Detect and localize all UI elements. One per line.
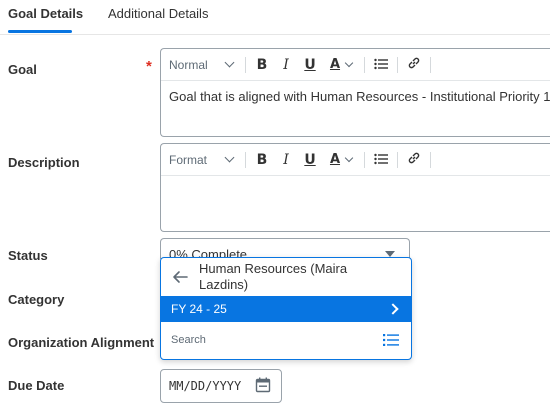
toolbar-separator xyxy=(245,151,246,168)
toolbar-separator xyxy=(397,151,398,168)
toolbar-separator xyxy=(245,56,246,73)
toolbar-separator xyxy=(430,56,431,73)
description-editor-toolbar: Format B I U A xyxy=(161,144,550,176)
dropdown-option[interactable]: FY 24 - 25 xyxy=(161,296,411,322)
bulleted-list-button[interactable] xyxy=(369,57,393,73)
dropdown-search[interactable]: Search xyxy=(161,322,411,358)
active-tab-indicator xyxy=(8,30,72,33)
organization-alignment-label: Organization Alignment xyxy=(8,335,155,350)
goal-editor[interactable]: Normal B I U A Goal that is aligned with… xyxy=(160,48,550,137)
format-select[interactable]: Format xyxy=(161,153,241,167)
link-button[interactable] xyxy=(402,151,426,168)
bulleted-list-icon xyxy=(374,153,388,164)
chevron-right-icon xyxy=(387,303,399,315)
status-label: Status xyxy=(8,248,48,263)
chevron-down-icon xyxy=(344,58,354,68)
toolbar-separator xyxy=(430,151,431,168)
status-select[interactable]: 0% Complete xyxy=(160,238,410,259)
tab-goal-details[interactable]: Goal Details xyxy=(8,6,83,21)
arrow-left-icon[interactable] xyxy=(171,268,189,286)
link-button[interactable] xyxy=(402,56,426,73)
due-date-label: Due Date xyxy=(8,378,65,393)
category-label: Category xyxy=(8,292,65,307)
due-date-input[interactable]: MM/DD/YYYY xyxy=(160,369,282,403)
font-color-icon: A xyxy=(329,57,341,72)
format-select[interactable]: Normal xyxy=(161,58,241,72)
italic-button[interactable]: I xyxy=(274,152,298,168)
tab-additional-details[interactable]: Additional Details xyxy=(108,6,208,21)
underline-button[interactable]: U xyxy=(298,152,322,168)
font-color-button[interactable]: A xyxy=(322,152,360,167)
dropdown-option-label: FY 24 - 25 xyxy=(171,302,227,316)
dropdown-header-title: Human Resources (Maira Lazdins) xyxy=(199,261,348,292)
list-icon[interactable] xyxy=(383,334,399,346)
chevron-down-icon xyxy=(344,153,354,163)
goal-editor-toolbar: Normal B I U A xyxy=(161,49,550,81)
description-text[interactable] xyxy=(161,176,550,192)
font-color-button[interactable]: A xyxy=(322,57,360,72)
chevron-down-icon xyxy=(224,57,235,68)
bold-button[interactable]: B xyxy=(250,152,274,168)
bulleted-list-button[interactable] xyxy=(369,152,393,168)
dropdown-header: Human Resources (Maira Lazdins) xyxy=(161,258,411,296)
bold-button[interactable]: B xyxy=(250,57,274,73)
bulleted-list-icon xyxy=(374,58,388,69)
required-indicator: * xyxy=(146,58,152,75)
toolbar-separator xyxy=(397,56,398,73)
link-icon xyxy=(408,152,420,164)
format-select-value: Format xyxy=(169,152,208,167)
goal-label: Goal xyxy=(8,62,37,77)
font-color-icon: A xyxy=(329,152,341,167)
calendar-icon[interactable] xyxy=(255,377,271,393)
tabs-divider xyxy=(0,34,550,35)
chevron-down-icon xyxy=(224,152,235,163)
due-date-placeholder: MM/DD/YYYY xyxy=(169,379,242,393)
link-icon xyxy=(408,57,420,69)
description-editor[interactable]: Format B I U A xyxy=(160,143,550,232)
underline-button[interactable]: U xyxy=(298,57,322,73)
description-label: Description xyxy=(8,155,80,170)
toolbar-separator xyxy=(364,56,365,73)
search-input[interactable]: Search xyxy=(171,334,206,346)
goal-text[interactable]: Goal that is aligned with Human Resource… xyxy=(161,81,550,112)
italic-button[interactable]: I xyxy=(274,57,298,73)
toolbar-separator xyxy=(364,151,365,168)
format-select-value: Normal xyxy=(169,57,208,72)
category-dropdown-popup: Human Resources (Maira Lazdins) FY 24 - … xyxy=(160,257,412,360)
